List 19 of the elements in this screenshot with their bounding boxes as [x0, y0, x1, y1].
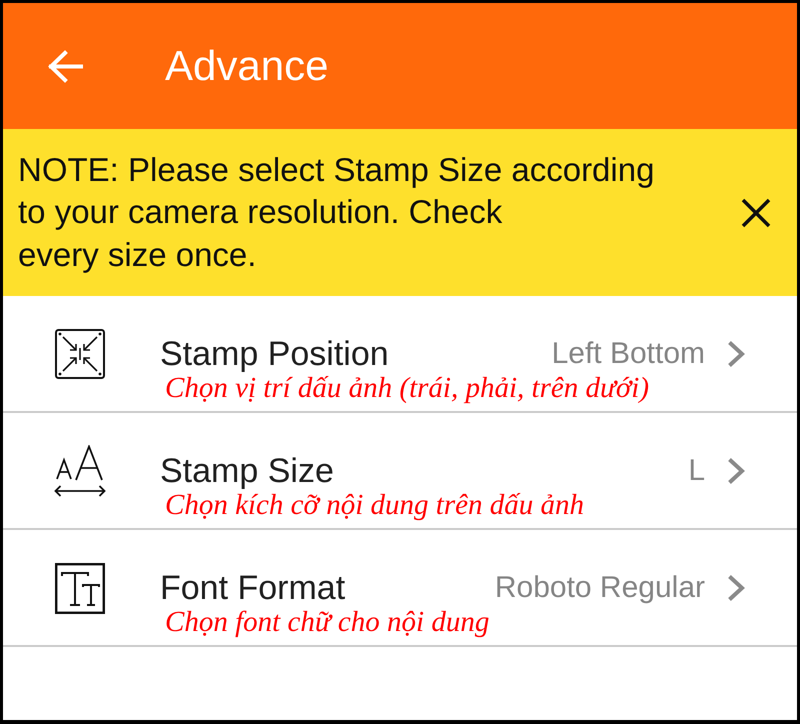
screen-title: Advance	[165, 45, 328, 87]
setting-title[interactable]: Stamp Size	[160, 453, 334, 489]
setting-title[interactable]: Font Format	[160, 570, 346, 606]
letters-width-icon	[54, 445, 106, 497]
setting-value: Left Bottom	[552, 336, 705, 372]
setting-title[interactable]: Stamp Position	[160, 336, 389, 372]
note-text: NOTE: Please select Stamp Size according to your camera resolution. Check every size once.	[18, 150, 656, 275]
letters-tt-icon	[55, 562, 105, 614]
arrows-in-square-icon	[55, 329, 105, 379]
close-icon[interactable]	[740, 196, 772, 228]
annotation-text: Chọn font chữ cho nội dung	[165, 606, 490, 638]
back-icon[interactable]	[47, 50, 83, 82]
annotation-text: Chọn vị trí dấu ảnh (trái, phải, trên dưới)	[165, 372, 650, 404]
annotation-text: Chọn kích cỡ nội dung trên dấu ảnh	[165, 489, 584, 521]
setting-value: L	[688, 453, 705, 489]
setting-value: Roboto Regular	[494, 570, 705, 606]
chevron-right-icon	[727, 340, 745, 368]
chevron-right-icon	[727, 574, 745, 602]
chevron-right-icon	[727, 457, 745, 485]
